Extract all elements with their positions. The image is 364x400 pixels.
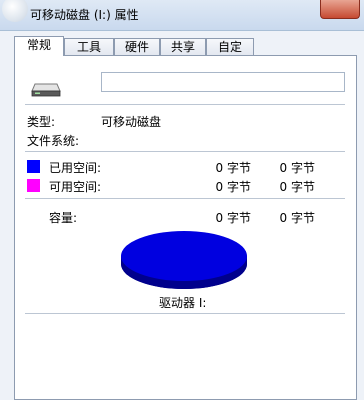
- used-space-size: 0 字节: [279, 161, 315, 175]
- tab-sharing[interactable]: 共享: [160, 38, 206, 55]
- drive-name-input[interactable]: [101, 72, 345, 92]
- free-space-bytes: 0 字节: [215, 180, 251, 194]
- separator: [25, 198, 345, 199]
- capacity-size: 0 字节: [279, 211, 315, 225]
- tab-tools[interactable]: 工具: [64, 38, 114, 55]
- window-icon: [2, 0, 28, 22]
- window-title: 可移动磁盘 (I:) 属性: [30, 8, 139, 22]
- file-system-label: 文件系统:: [27, 134, 80, 148]
- drive-letter-label: 驱动器 I:: [159, 296, 207, 310]
- general-panel: 类型: 可移动磁盘 文件系统: 已用空间: 0 字节 0 字节 可用空间: 0 …: [14, 55, 357, 400]
- used-space-swatch: [27, 160, 40, 173]
- used-space-bytes: 0 字节: [215, 161, 251, 175]
- removable-drive-icon: [31, 83, 61, 97]
- separator: [25, 151, 345, 152]
- used-space-label: 已用空间:: [49, 161, 102, 175]
- capacity-bytes: 0 字节: [215, 211, 251, 225]
- tab-customize[interactable]: 自定义: [206, 38, 254, 68]
- separator: [25, 313, 345, 314]
- tab-general[interactable]: 常规: [14, 36, 64, 56]
- type-value: 可移动磁盘: [101, 115, 162, 129]
- free-space-size: 0 字节: [279, 180, 315, 194]
- separator: [25, 104, 345, 105]
- tab-hardware[interactable]: 硬件: [114, 38, 160, 55]
- title-bar: 可移动磁盘 (I:) 属性: [0, 0, 364, 31]
- disk-usage-pie: [121, 231, 247, 289]
- free-space-swatch: [27, 179, 40, 192]
- free-space-label: 可用空间:: [49, 180, 102, 194]
- capacity-label: 容量:: [49, 211, 78, 225]
- type-label: 类型:: [27, 115, 56, 129]
- close-button[interactable]: [320, 0, 360, 19]
